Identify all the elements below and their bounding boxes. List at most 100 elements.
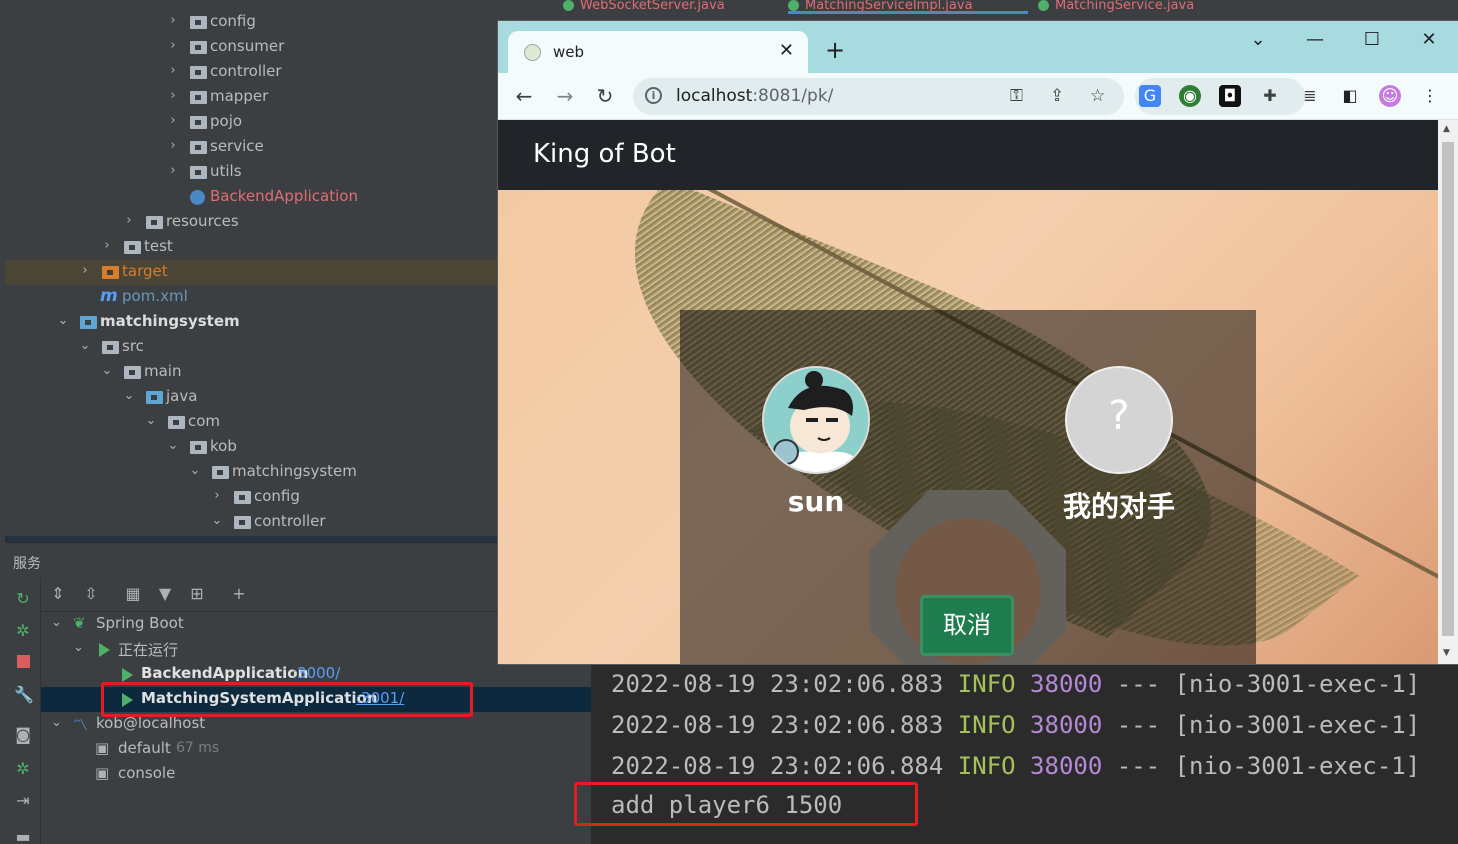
navbar-brand[interactable]: King of Bot	[533, 139, 676, 169]
extension-bot-icon[interactable]: ◘	[1219, 85, 1241, 107]
back-icon[interactable]: ←	[510, 83, 538, 111]
bookmark-star-icon[interactable]: ☆	[1090, 86, 1105, 106]
chevron-down-icon[interactable]: ⌄	[73, 640, 85, 655]
folder-icon	[168, 416, 185, 429]
debug-icon[interactable]: ✲	[14, 622, 32, 640]
service-port-link[interactable]: :3000/	[292, 664, 340, 682]
project-tree-item[interactable]: › pojo	[5, 110, 498, 135]
chevron-down-icon[interactable]: ⌄	[123, 388, 135, 403]
chevron-down-icon[interactable]: ⌄	[101, 363, 113, 378]
google-translate-icon[interactable]: G	[1139, 85, 1161, 107]
group-by-icon[interactable]: ▦	[123, 584, 143, 604]
service-item-console[interactable]: ▣ console	[41, 762, 591, 787]
new-tab-icon[interactable]: ⊞	[187, 584, 207, 604]
forward-icon[interactable]: →	[551, 83, 579, 111]
expand-all-icon[interactable]: ⇕	[48, 584, 68, 604]
scroll-down-arrow-icon[interactable]: ▼	[1443, 648, 1450, 658]
chevron-down-icon[interactable]: ⌄	[51, 615, 63, 630]
chevron-down-icon[interactable]: ⌄	[57, 313, 69, 328]
project-tree-item[interactable]: ⌄ matchingsystem	[5, 310, 498, 335]
project-tree-item[interactable]: › service	[5, 135, 498, 160]
side-panel-icon[interactable]: ◧	[1339, 85, 1361, 107]
filter-icon[interactable]: ▼	[155, 584, 175, 604]
page-scrollbar[interactable]: ▲ ▼	[1438, 120, 1458, 664]
rerun-icon[interactable]: ↻	[14, 590, 32, 608]
project-tree-item[interactable]: ⌄ main	[5, 360, 498, 385]
editor-tab-websocketserver[interactable]: WebSocketServer.java	[563, 0, 778, 14]
close-window-icon[interactable]: ✕	[1417, 29, 1441, 50]
minimize-icon[interactable]: —	[1303, 29, 1327, 50]
wrench-icon[interactable]: 🔧	[14, 686, 34, 704]
chevron-down-icon[interactable]: ⌄	[51, 715, 63, 730]
project-tree-item[interactable]: › target	[5, 260, 498, 285]
stop-icon[interactable]	[14, 654, 32, 672]
project-tree-item[interactable]: ⌄ src	[5, 335, 498, 360]
chevron-right-icon[interactable]: ›	[167, 138, 179, 153]
site-info-icon[interactable]: i	[645, 87, 662, 104]
reload-icon[interactable]: ↻	[591, 83, 619, 111]
editor-tab-matchingserviceimpl[interactable]: MatchingServiceImpl.java	[788, 0, 1028, 14]
screen: WebSocketServer.java MatchingServiceImpl…	[0, 0, 1458, 844]
module-folder-icon	[80, 316, 97, 329]
project-tree-item[interactable]: m pom.xml	[5, 285, 498, 310]
cancel-match-button[interactable]: 取消	[920, 595, 1014, 656]
log-level: INFO	[957, 711, 1016, 739]
chevron-right-icon[interactable]: ›	[167, 13, 179, 28]
project-tree-item[interactable]: › test	[5, 235, 498, 260]
project-tree-item[interactable]: › config	[5, 485, 498, 510]
chevron-right-icon[interactable]: ›	[79, 263, 91, 278]
puzzle-extensions-icon[interactable]: ✚	[1259, 85, 1281, 107]
chevron-right-icon[interactable]: ›	[167, 113, 179, 128]
close-tab-icon[interactable]: ✕	[779, 40, 794, 61]
chevron-right-icon[interactable]: ›	[167, 63, 179, 78]
add-service-icon[interactable]: +	[229, 584, 249, 604]
chevron-right-icon[interactable]: ›	[123, 213, 135, 228]
chevron-down-icon[interactable]: ⌄	[211, 513, 223, 528]
project-tree-item[interactable]: BackendApplication	[5, 185, 498, 210]
project-tree-item[interactable]: › resources	[5, 210, 498, 235]
chevron-right-icon[interactable]: ›	[101, 238, 113, 253]
editor-tab-matchingservice[interactable]: MatchingService.java	[1038, 0, 1248, 14]
debug-attach-icon[interactable]: ✲	[14, 760, 32, 778]
project-tree-item[interactable]: ⌄ matchingsystem	[5, 460, 498, 485]
scroll-up-arrow-icon[interactable]: ▲	[1443, 124, 1450, 134]
new-tab-button[interactable]: +	[825, 38, 845, 62]
chevron-down-icon[interactable]: ⌄	[79, 338, 91, 353]
globe-extension-icon[interactable]: ◉	[1179, 85, 1201, 107]
project-tree-item[interactable]: ⌄ controller	[5, 510, 498, 535]
scroll-thumb[interactable]	[1442, 142, 1454, 636]
chevron-down-icon[interactable]: ⌄	[145, 413, 157, 428]
maximize-icon[interactable]: ☐	[1360, 29, 1384, 50]
tab-search-icon[interactable]: ⌄	[1246, 29, 1270, 50]
folder-icon	[102, 266, 119, 279]
project-tree-item[interactable]: › consumer	[5, 35, 498, 60]
project-tree-item[interactable]: › config	[5, 10, 498, 35]
project-tree-item[interactable]: ⌄ kob	[5, 435, 498, 460]
project-tree-item[interactable]: › mapper	[5, 85, 498, 110]
profile-avatar-icon[interactable]: ☺	[1379, 85, 1401, 107]
key-icon[interactable]: ⚿	[1010, 86, 1023, 106]
chevron-down-icon[interactable]: ⌄	[167, 438, 179, 453]
project-tree-item-label: main	[144, 362, 182, 380]
project-tree-item[interactable]: › controller	[5, 60, 498, 85]
collapse-all-icon[interactable]: ⇳	[81, 584, 101, 604]
folder-icon	[190, 441, 207, 454]
layout-icon[interactable]: ▬	[14, 828, 32, 844]
sign-in-icon[interactable]: ⇥	[14, 792, 32, 810]
project-tree-item[interactable]: ⌄ java	[5, 385, 498, 410]
chevron-right-icon[interactable]: ›	[167, 88, 179, 103]
menu-kebab-icon[interactable]: ⋮	[1419, 85, 1441, 107]
project-tree-item[interactable]: ⌄ com	[5, 410, 498, 435]
chevron-down-icon[interactable]: ⌄	[189, 463, 201, 478]
share-icon[interactable]: ⇪	[1050, 86, 1064, 106]
address-bar[interactable]: i localhost:8081/pk/ ⚿ ⇪ ☆	[633, 78, 1124, 115]
folder-icon	[102, 341, 119, 354]
chevron-right-icon[interactable]: ›	[167, 163, 179, 178]
camera-icon[interactable]: ◙	[14, 726, 32, 744]
project-tree-item[interactable]: › utils	[5, 160, 498, 185]
service-item-default[interactable]: ▣ default 67 ms	[41, 737, 591, 762]
browser-tab-web[interactable]: web ✕	[508, 31, 808, 73]
chevron-right-icon[interactable]: ›	[167, 38, 179, 53]
chevron-right-icon[interactable]: ›	[211, 488, 223, 503]
reading-list-icon[interactable]: ≣	[1299, 85, 1321, 107]
